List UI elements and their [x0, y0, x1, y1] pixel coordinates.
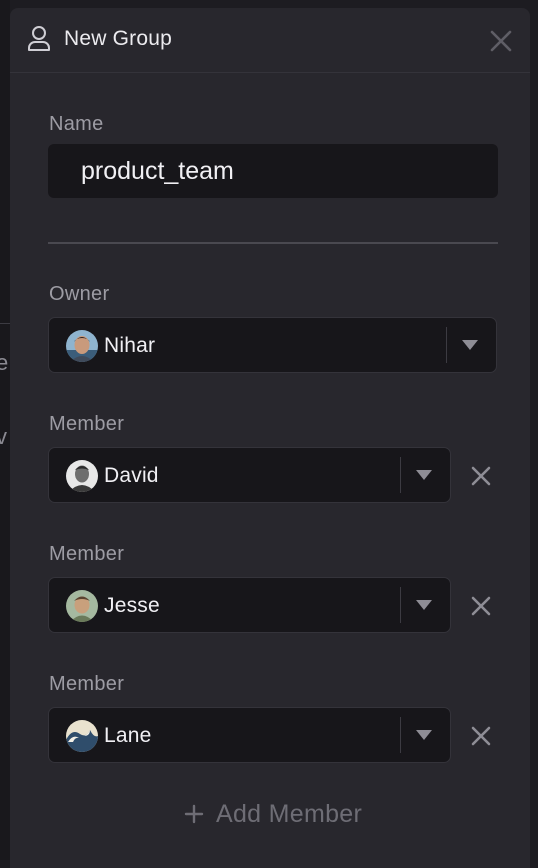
member-select-jesse[interactable]: Jesse	[48, 577, 451, 633]
member-label: Member	[49, 673, 125, 695]
name-input[interactable]	[48, 144, 498, 198]
chevron-down-icon[interactable]	[415, 469, 433, 481]
new-group-dialog: New Group Name Owner Nihar Member	[10, 8, 530, 868]
member-value: David	[104, 464, 159, 487]
member-label: Member	[49, 543, 125, 565]
plus-icon	[184, 804, 204, 824]
background-text-fragment: v	[0, 424, 7, 449]
avatar-david	[66, 460, 98, 492]
avatar-nihar	[66, 330, 98, 362]
chevron-down-icon[interactable]	[461, 339, 479, 351]
select-separator	[400, 717, 401, 753]
chevron-down-icon[interactable]	[415, 599, 433, 611]
owner-value: Nihar	[104, 334, 156, 357]
dialog-header: New Group	[10, 8, 530, 73]
member-select-david[interactable]: David	[48, 447, 451, 503]
background-divider	[0, 323, 10, 324]
member-value: Lane	[104, 724, 152, 747]
name-label: Name	[49, 113, 104, 135]
select-separator	[400, 587, 401, 623]
remove-member-lane-icon[interactable]	[470, 725, 492, 747]
select-separator	[446, 327, 447, 363]
background-text-fragment: e	[0, 350, 9, 375]
owner-label: Owner	[49, 283, 110, 305]
avatar-jesse	[66, 590, 98, 622]
member-label: Member	[49, 413, 125, 435]
remove-member-jesse-icon[interactable]	[470, 595, 492, 617]
remove-member-david-icon[interactable]	[470, 465, 492, 487]
dialog-title: New Group	[64, 27, 173, 50]
member-value: Jesse	[104, 594, 160, 617]
avatar-lane	[66, 720, 98, 752]
owner-select[interactable]: Nihar	[48, 317, 497, 373]
section-divider	[48, 242, 498, 244]
close-icon[interactable]	[488, 28, 514, 54]
add-member-label: Add Member	[216, 800, 363, 828]
select-separator	[400, 457, 401, 493]
member-select-lane[interactable]: Lane	[48, 707, 451, 763]
chevron-down-icon[interactable]	[415, 729, 433, 741]
user-outline-icon	[28, 26, 50, 51]
